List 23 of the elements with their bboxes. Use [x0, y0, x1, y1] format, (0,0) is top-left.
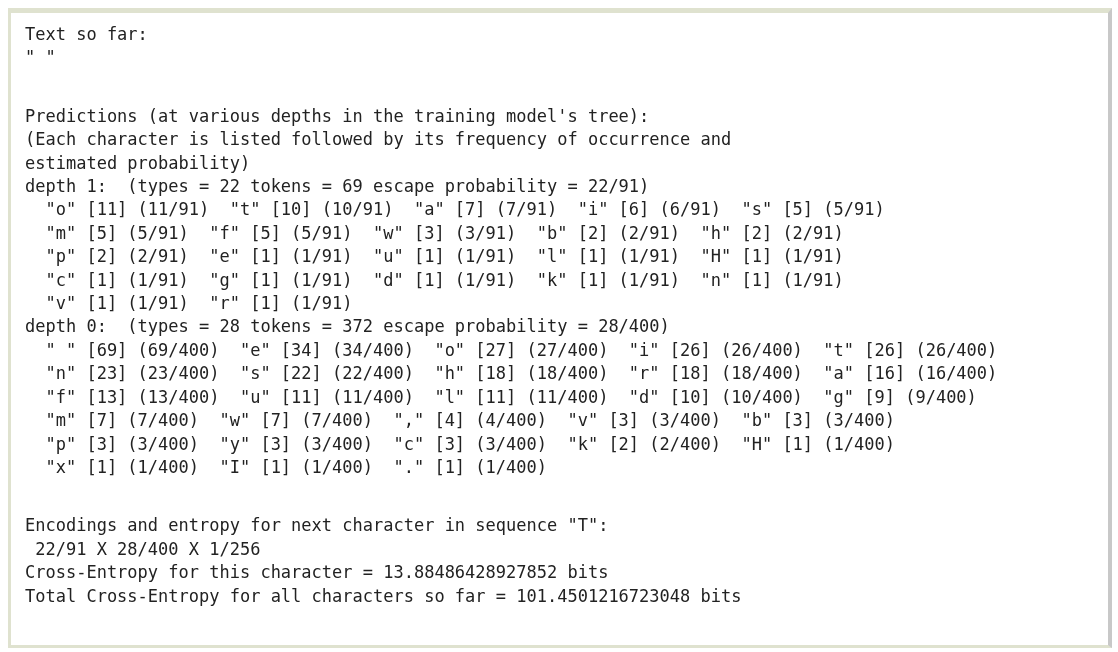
- text-line: "p" [3] (3/400) "y" [3] (3/400) "c" [3] (3/400) "k" [2] (2/400) "H" [1] (1/400): [45, 433, 895, 454]
- text-line: "p" [2] (2/91) "e" [1] (1/91) "u" [1] (1/91) "l" [1] (1/91) "H" [1] (1/91): [45, 246, 844, 267]
- text-line: " " [69] (69/400) "e" [34] (34/400) "o" [27] (27/400) "i" [26] (26/400) "t" [26] (26/400): [45, 339, 998, 360]
- text-line: "m" [7] (7/400) "w" [7] (7/400) "," [4] (4/400) "v" [3] (3/400) "b" [3] (3/400): [45, 410, 895, 431]
- text-line: "m" [5] (5/91) "f" [5] (5/91) "w" [3] (3/91) "b" [2] (2/91) "h" [2] (2/91): [45, 222, 844, 243]
- text-line: Encodings and entropy for next character in sequence "T":: [25, 515, 609, 536]
- text-line: "n" [23] (23/400) "s" [22] (22/400) "h" [18] (18/400) "r" [18] (18/400) "a" [16] (16/400): [45, 363, 998, 384]
- text-line: (Each character is listed followed by its frequency of occurrence and: [25, 129, 732, 150]
- text-line: Cross-Entropy for this character = 13.88486428927852 bits: [25, 562, 609, 583]
- text-line: depth 0: (types = 28 tokens = 372 escape probability = 28/400): [25, 316, 670, 337]
- text-line: "c" [1] (1/91) "g" [1] (1/91) "d" [1] (1/91) "k" [1] (1/91) "n" [1] (1/91): [45, 269, 844, 290]
- text-line: " ": [25, 47, 56, 68]
- text-output-area[interactable]: [8, 8, 1112, 648]
- text-line: "o" [11] (11/91) "t" [10] (10/91) "a" [7] (7/91) "i" [6] (6/91) "s" [5] (5/91): [45, 199, 885, 220]
- text-line: depth 1: (types = 22 tokens = 69 escape probability = 22/91): [25, 176, 650, 197]
- text-line: "v" [1] (1/91) "r" [1] (1/91): [45, 293, 353, 314]
- text-line: 22/91 X 28/400 X 1/256: [35, 538, 261, 559]
- text-line: "x" [1] (1/400) "I" [1] (1/400) "." [1] (1/400): [45, 456, 547, 477]
- text-line: "f" [13] (13/400) "u" [11] (11/400) "l" [11] (11/400) "d" [10] (10/400) "g" [9] (9/400): [45, 386, 977, 407]
- text-line: Total Cross-Entropy for all characters so far = 101.4501216723048 bits: [25, 585, 742, 606]
- text-line: estimated probability): [25, 152, 251, 173]
- text-line: Text so far:: [25, 24, 148, 44]
- text-line: Predictions (at various depths in the training model's tree):: [25, 105, 650, 126]
